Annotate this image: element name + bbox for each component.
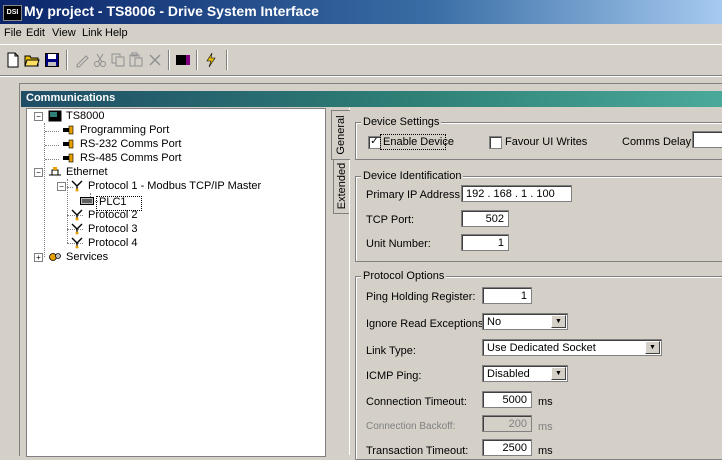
primary-ip-input[interactable]: 192 . 168 . 1 . 100 <box>461 185 572 202</box>
communications-title: Communications <box>26 92 116 104</box>
connection-timeout-label: Connection Timeout: <box>366 396 467 408</box>
protocol-options-legend: Protocol Options <box>361 270 447 282</box>
tree-collapse-toggle[interactable]: − <box>34 112 43 121</box>
tree-item-programming-port[interactable]: Programming Port <box>80 124 169 136</box>
toolbar <box>0 45 722 76</box>
tree-collapse-toggle[interactable]: − <box>34 168 43 177</box>
ping-holding-register-input[interactable]: 1 <box>482 287 532 304</box>
favour-ui-writes-label[interactable]: Favour UI Writes <box>505 136 587 148</box>
ping-holding-register-label: Ping Holding Register: <box>366 291 476 303</box>
save-icon[interactable] <box>44 52 60 68</box>
menu-help[interactable]: Help <box>105 27 128 39</box>
copy-icon[interactable] <box>110 52 126 68</box>
monitor-icon[interactable] <box>175 52 191 68</box>
port-icon <box>63 125 74 135</box>
link-type-select[interactable]: Use Dedicated Socket ▼ <box>482 339 662 356</box>
device-settings-legend: Device Settings <box>361 116 442 128</box>
tree-collapse-toggle[interactable]: − <box>57 182 66 191</box>
menu-edit[interactable]: Edit <box>26 27 45 39</box>
tree-item-services[interactable]: Services <box>66 251 108 263</box>
cut-icon[interactable] <box>92 52 108 68</box>
ethernet-icon <box>49 167 61 176</box>
tree-item-protocol-1[interactable]: Protocol 1 - Modbus TCP/IP Master <box>88 180 261 192</box>
tree-item-rs232[interactable]: RS-232 Comms Port <box>80 138 181 150</box>
device-identification-legend: Device Identification <box>361 170 464 182</box>
tree-item-root[interactable]: TS8000 <box>66 110 105 122</box>
tree-item-ethernet[interactable]: Ethernet <box>66 166 108 178</box>
tcp-port-input[interactable]: 502 <box>461 210 509 227</box>
services-gear-icon <box>49 253 61 261</box>
tcp-port-label: TCP Port: <box>366 214 415 226</box>
paste-icon[interactable] <box>128 52 144 68</box>
window-title: My project - TS8006 - Drive System Inter… <box>24 3 319 19</box>
toolbar-separator <box>66 50 67 70</box>
tree-item-protocol-2[interactable]: Protocol 2 <box>88 209 138 221</box>
chevron-down-icon[interactable]: ▼ <box>551 315 566 328</box>
connection-backoff-unit: ms <box>538 421 553 433</box>
protocol-icon <box>71 237 83 249</box>
port-icon <box>63 153 74 163</box>
comms-delay-input[interactable] <box>692 131 722 148</box>
link-type-label: Link Type: <box>366 345 416 357</box>
icmp-ping-select[interactable]: Disabled ▼ <box>482 365 568 382</box>
pencil-icon[interactable] <box>74 52 90 68</box>
tab-general[interactable]: General <box>331 110 350 160</box>
communications-header <box>21 91 722 107</box>
menu-file[interactable]: File <box>4 27 22 39</box>
unit-number-input[interactable]: 1 <box>461 234 509 251</box>
toolbar-separator <box>168 50 169 70</box>
tree-item-rs485[interactable]: RS-485 Comms Port <box>80 152 181 164</box>
menu-link[interactable]: Link <box>82 27 102 39</box>
comms-delay-label: Comms Delay: <box>622 136 695 148</box>
toolbar-separator <box>226 50 227 70</box>
device-icon <box>48 110 62 122</box>
new-file-icon[interactable] <box>5 52 21 68</box>
transaction-timeout-unit: ms <box>538 445 553 457</box>
toolbar-separator <box>196 50 197 70</box>
protocol-icon <box>71 209 83 221</box>
connection-backoff-input: 200 <box>482 415 532 432</box>
enable-device-label[interactable]: Enable Device <box>383 136 454 148</box>
unit-number-label: Unit Number: <box>366 238 431 250</box>
open-folder-icon[interactable] <box>24 52 40 68</box>
transaction-timeout-input[interactable]: 2500 <box>482 439 532 456</box>
ignore-read-exceptions-label: Ignore Read Exceptions: <box>366 318 487 330</box>
chevron-down-icon[interactable]: ▼ <box>645 341 660 354</box>
tree-item-plc1[interactable]: PLC1 <box>99 196 127 208</box>
chevron-down-icon[interactable]: ▼ <box>551 367 566 380</box>
primary-ip-label: Primary IP Address: <box>366 189 463 201</box>
protocol-icon <box>71 223 83 235</box>
port-icon <box>63 139 74 149</box>
icmp-ping-label: ICMP Ping: <box>366 370 422 382</box>
favour-ui-writes-checkbox[interactable] <box>489 136 502 149</box>
menu-bar: File Edit View Link Help <box>0 24 722 45</box>
connection-backoff-label: Connection Backoff: <box>366 421 456 432</box>
menu-view[interactable]: View <box>52 27 76 39</box>
tree-expand-toggle[interactable]: + <box>34 253 43 262</box>
connection-timeout-unit: ms <box>538 396 553 408</box>
delete-icon[interactable] <box>147 52 163 68</box>
tree-item-protocol-4[interactable]: Protocol 4 <box>88 237 138 249</box>
plc-icon <box>80 197 94 205</box>
transaction-timeout-label: Transaction Timeout: <box>366 445 469 457</box>
protocol-icon <box>71 180 83 192</box>
tree-item-protocol-3[interactable]: Protocol 3 <box>88 223 138 235</box>
lightning-icon[interactable] <box>203 52 219 68</box>
connection-timeout-input[interactable]: 5000 <box>482 391 532 408</box>
tab-extended[interactable]: Extended <box>333 158 350 214</box>
app-logo-icon: DSI <box>3 5 22 21</box>
ignore-read-exceptions-select[interactable]: No ▼ <box>482 313 568 330</box>
